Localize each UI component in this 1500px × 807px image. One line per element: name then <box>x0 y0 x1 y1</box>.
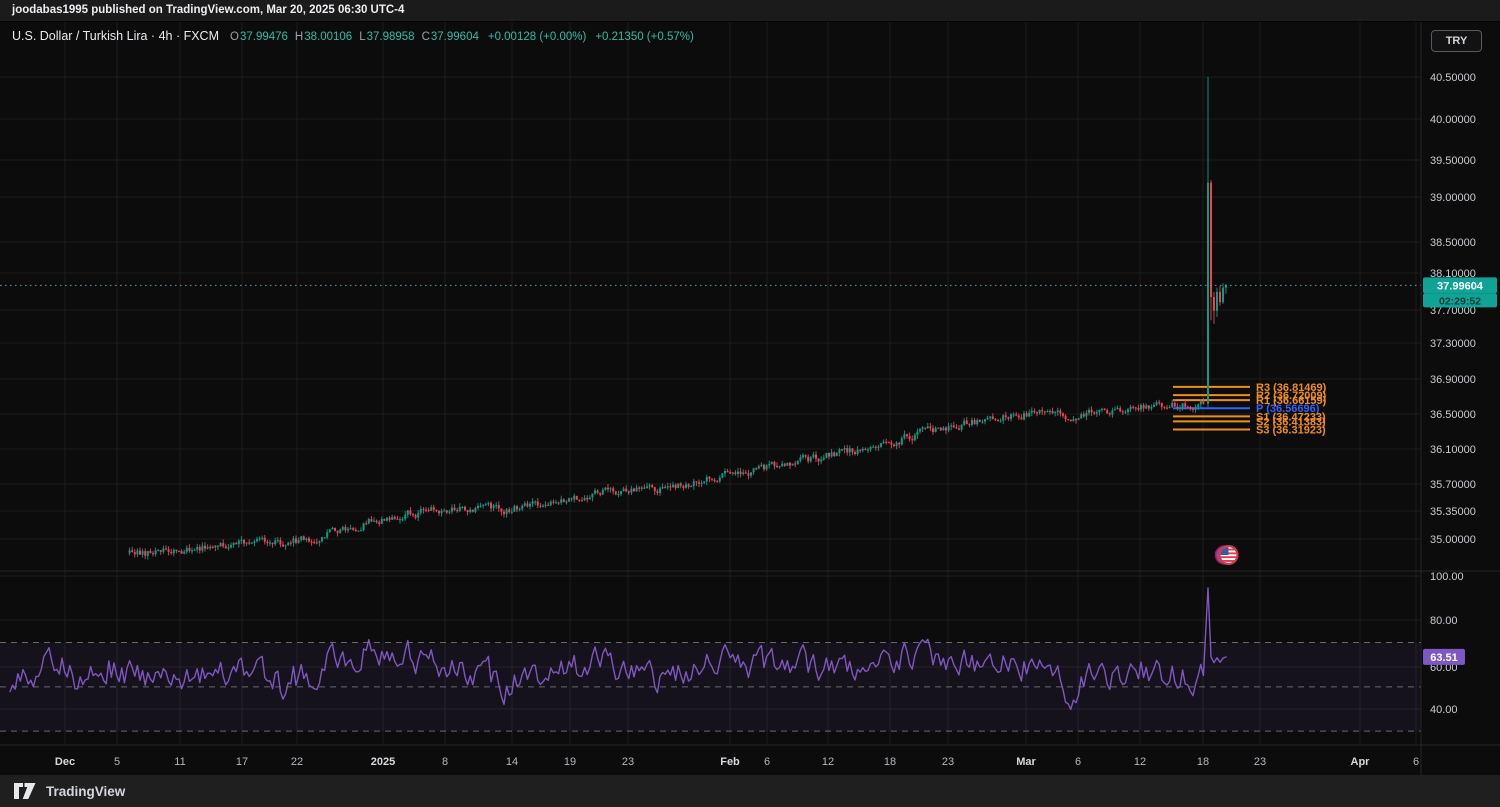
bar-change-value: +0.00128 (+0.00%) <box>488 31 586 43</box>
svg-text:12: 12 <box>822 756 834 768</box>
ohlc-value: 37.99604 <box>431 31 479 43</box>
svg-text:37.30000: 37.30000 <box>1430 338 1476 350</box>
rsi-value-badge: 63.51 <box>1423 649 1465 665</box>
svg-text:12: 12 <box>1134 756 1146 768</box>
symbol-legend: U.S. Dollar / Turkish Lira · 4h · FXCMO3… <box>12 29 694 43</box>
rsi-band <box>0 643 1421 732</box>
pivot-lines <box>1173 387 1250 430</box>
candles-layer[interactable] <box>129 77 1227 560</box>
ohlc-value: 37.99476 <box>240 31 288 43</box>
svg-text:22: 22 <box>291 756 303 768</box>
ohlc-label: H <box>295 31 303 43</box>
branding-text: TradingView <box>46 784 125 799</box>
svg-text:Feb: Feb <box>720 756 740 768</box>
svg-text:63.51: 63.51 <box>1430 652 1458 664</box>
svg-text:S3 (36.31923): S3 (36.31923) <box>1256 425 1326 437</box>
svg-text:40.00000: 40.00000 <box>1430 114 1476 126</box>
ohlc-label: C <box>422 31 430 43</box>
svg-text:38.50000: 38.50000 <box>1430 237 1476 249</box>
publish-text: joodabas1995 published on TradingView.co… <box>12 4 404 16</box>
svg-text:39.00000: 39.00000 <box>1430 192 1476 204</box>
tradingview-logo-icon <box>13 782 37 800</box>
ohlc-label: L <box>359 31 365 43</box>
svg-text:11: 11 <box>174 756 185 768</box>
svg-text:17: 17 <box>236 756 248 768</box>
svg-text:6: 6 <box>764 756 770 768</box>
ohlc-values: O37.99476 H38.00106 L37.98958 C37.99604 <box>223 29 479 43</box>
price-axis[interactable]: 40.50000 40.00000 39.50000 39.00000 38.50000… <box>1430 72 1476 716</box>
svg-text:36.90000: 36.90000 <box>1430 374 1476 386</box>
svg-text:40.00: 40.00 <box>1430 704 1458 716</box>
svg-text:37.99604: 37.99604 <box>1437 280 1484 292</box>
ohlc-value: 37.98958 <box>367 31 415 43</box>
svg-text:35.00000: 35.00000 <box>1430 534 1476 546</box>
svg-text:2025: 2025 <box>371 756 395 768</box>
ohlc-label: O <box>230 31 239 43</box>
svg-text:19: 19 <box>564 756 576 768</box>
pivot-labels: R3 (36.81469)R2 (36.72009)R1 (36.66159)P… <box>1256 382 1327 437</box>
svg-text:80.00: 80.00 <box>1430 615 1458 627</box>
svg-text:02:29:52: 02:29:52 <box>1439 295 1481 307</box>
currency-toggle-button[interactable]: TRY <box>1431 30 1482 52</box>
chart-area[interactable]: 40.50000 40.00000 39.50000 39.00000 38.50000… <box>0 22 1500 775</box>
svg-text:39.50000: 39.50000 <box>1430 155 1476 167</box>
ohlc-value: 38.00106 <box>304 31 352 43</box>
svg-text:18: 18 <box>884 756 896 768</box>
svg-text:100.00: 100.00 <box>1430 571 1464 583</box>
period-change-value: +0.21350 (+0.57%) <box>595 31 693 43</box>
svg-text:35.70000: 35.70000 <box>1430 479 1476 491</box>
svg-text:6: 6 <box>1075 756 1081 768</box>
publish-bar: joodabas1995 published on TradingView.co… <box>0 0 1500 22</box>
event-markers[interactable] <box>1216 546 1238 564</box>
chart-canvas[interactable]: 40.50000 40.00000 39.50000 39.00000 38.50000… <box>0 22 1500 775</box>
svg-text:23: 23 <box>942 756 954 768</box>
svg-text:5: 5 <box>114 756 120 768</box>
svg-text:Dec: Dec <box>55 756 75 768</box>
symbol-title[interactable]: U.S. Dollar / Turkish Lira · 4h · FXCM <box>12 29 219 43</box>
us-flag-event-icon[interactable] <box>1220 546 1238 564</box>
branding-bar: TradingView <box>0 775 1500 807</box>
svg-text:23: 23 <box>1254 756 1266 768</box>
time-axis[interactable]: Dec 5 11 17 22 2025 8 14 19 23 Feb 6 12 18 23 Mar 6 12 18 2… <box>55 756 1419 768</box>
svg-text:8: 8 <box>442 756 448 768</box>
svg-text:18: 18 <box>1197 756 1209 768</box>
svg-text:36.10000: 36.10000 <box>1430 444 1476 456</box>
svg-text:Apr: Apr <box>1351 756 1371 768</box>
svg-text:36.50000: 36.50000 <box>1430 409 1476 421</box>
svg-text:23: 23 <box>622 756 634 768</box>
axis-badges: 37.99604 02:29:52 63.51 <box>1423 277 1497 665</box>
svg-text:35.35000: 35.35000 <box>1430 506 1476 518</box>
bar-countdown-badge: 02:29:52 <box>1423 293 1497 307</box>
svg-text:6: 6 <box>1413 756 1419 768</box>
svg-text:40.50000: 40.50000 <box>1430 72 1476 84</box>
current-price-badge: 37.99604 <box>1423 277 1497 293</box>
svg-text:Mar: Mar <box>1016 756 1036 768</box>
svg-text:14: 14 <box>506 756 518 768</box>
